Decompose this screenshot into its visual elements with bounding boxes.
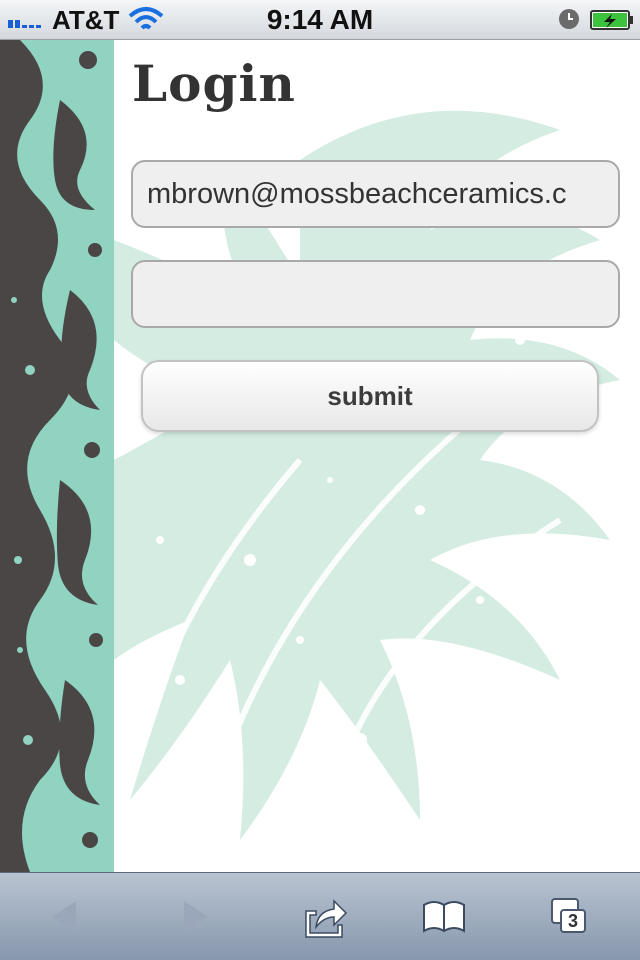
page-title: Login xyxy=(132,54,296,113)
password-field[interactable] xyxy=(131,260,620,328)
pages-button[interactable]: 3 xyxy=(548,895,596,939)
submit-button[interactable]: submit xyxy=(141,360,599,432)
decorative-side-strip xyxy=(0,40,114,872)
alarm-clock-icon xyxy=(559,9,579,29)
pages-count-badge: 3 xyxy=(560,909,586,933)
battery-charging-icon xyxy=(590,10,633,30)
email-field[interactable] xyxy=(131,160,620,228)
web-content: Login submit xyxy=(0,40,640,872)
status-time: 9:14 AM xyxy=(266,4,374,35)
share-icon[interactable] xyxy=(300,895,348,939)
forward-arrow-icon[interactable] xyxy=(170,895,218,939)
status-bar: AT&T 9:14 AM xyxy=(0,0,640,40)
damask-pattern-icon xyxy=(0,40,103,872)
back-arrow-icon[interactable] xyxy=(42,895,90,939)
browser-toolbar: 3 xyxy=(0,872,640,960)
bookmarks-book-icon[interactable] xyxy=(420,895,468,939)
